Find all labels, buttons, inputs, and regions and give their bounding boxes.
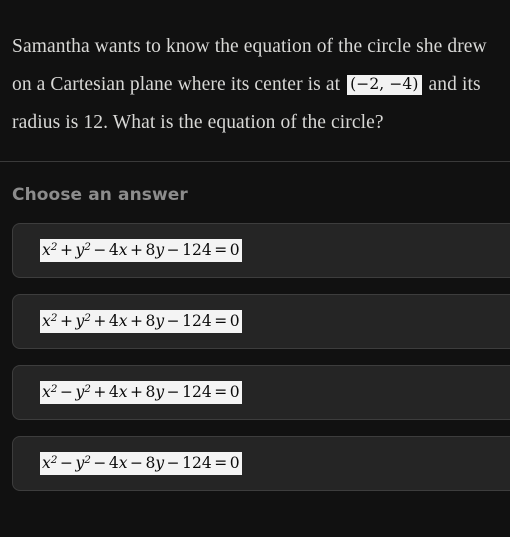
inline-math-value: (−2, −4) — [350, 74, 419, 93]
answer-options-list: x2 + y2−4x +8y −124 = 0 x2 + y2 +4x +8y −124 = 0 x2− y… — [12, 223, 510, 491]
inline-math-center-coordinates: (−2, −4) — [347, 74, 422, 95]
section-divider — [0, 161, 510, 162]
answer-option-2[interactable]: x2 + y2 +4x +8y −124 = 0 — [12, 294, 510, 349]
answer-option-1[interactable]: x2 + y2−4x +8y −124 = 0 — [12, 223, 510, 278]
answer-option-4-math: x2− y2−4x −8y −124 = 0 — [40, 451, 242, 476]
answers-section: Choose an answer x2 + y2−4x +8y −124 = 0 x2 + y2… — [0, 185, 510, 491]
question-text: Samantha wants to know the equation of t… — [12, 28, 496, 142]
question-block: Samantha wants to know the equation of t… — [0, 0, 510, 142]
answer-option-3[interactable]: x2− y2 +4x +8y −124 = 0 — [12, 365, 510, 420]
answer-option-2-math: x2 + y2 +4x +8y −124 = 0 — [40, 309, 242, 334]
answer-option-1-math: x2 + y2−4x +8y −124 = 0 — [40, 238, 242, 263]
choose-an-answer-heading: Choose an answer — [12, 185, 188, 205]
answer-option-4[interactable]: x2− y2−4x −8y −124 = 0 — [12, 436, 510, 491]
answer-option-3-math: x2− y2 +4x +8y −124 = 0 — [40, 380, 242, 405]
